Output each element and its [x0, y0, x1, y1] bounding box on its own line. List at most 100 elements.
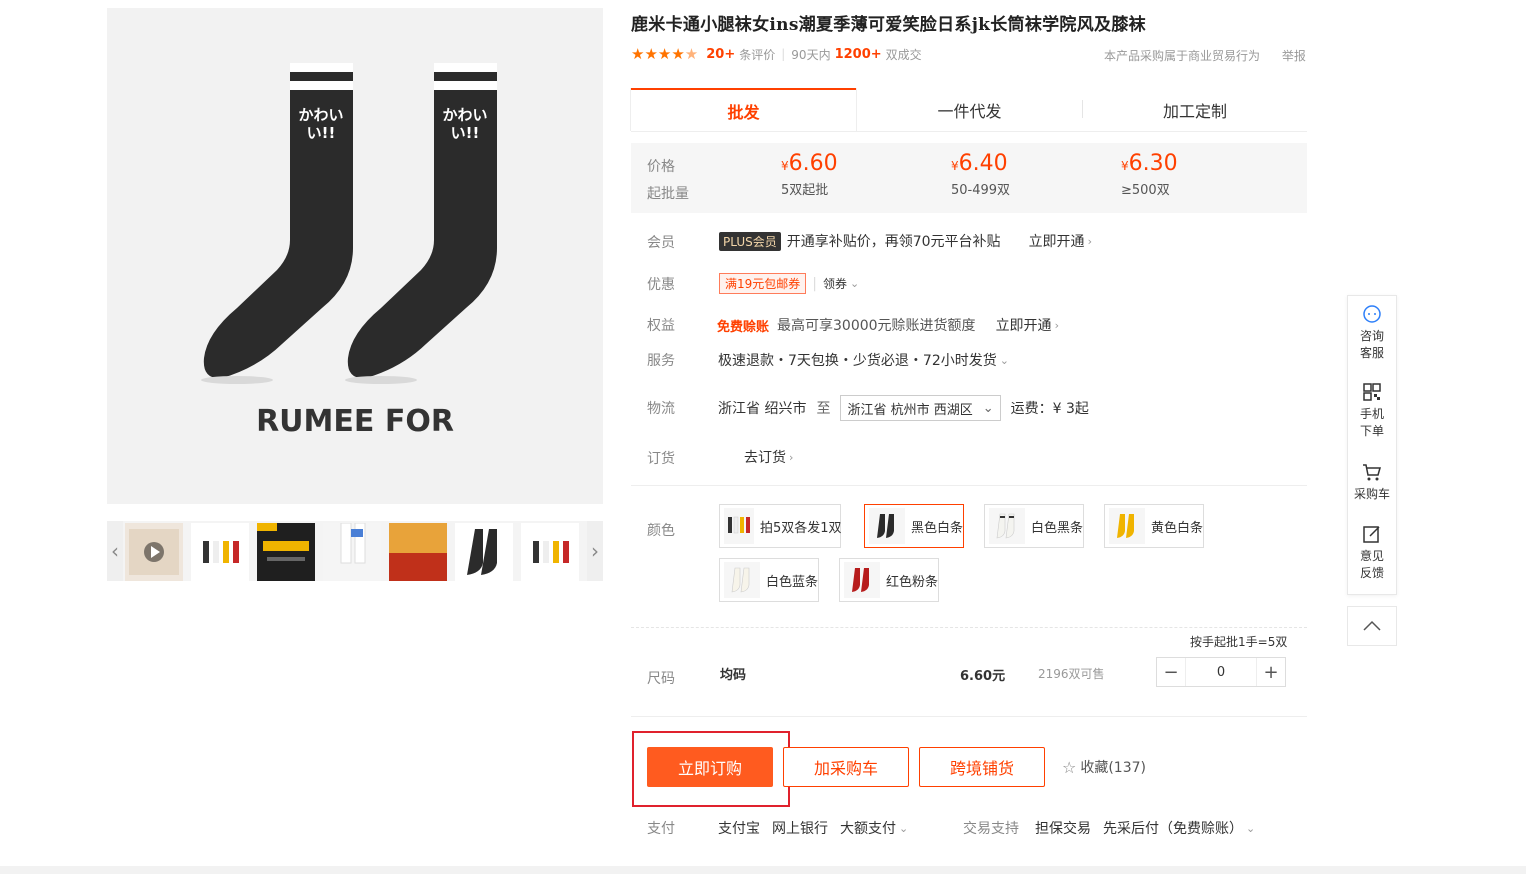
ship-to-label: 至 [816, 401, 831, 417]
chevron-down-icon: ⌄ [1246, 821, 1256, 835]
go-order-link[interactable]: 去订货 › [744, 447, 793, 467]
color-name: 黑色白条 [910, 520, 963, 536]
decrement-button[interactable]: − [1157, 658, 1185, 686]
trade-support[interactable]: 担保交易 先采后付（免费赊账） ⌄ [1035, 818, 1255, 838]
color-name: 红色粉条 [885, 574, 938, 590]
tier-price: 6.40 [958, 151, 1008, 176]
chevron-up-icon [1363, 620, 1381, 631]
thumbnail-4[interactable] [323, 523, 381, 581]
sidebar-item-cart[interactable]: 采购车 [1348, 462, 1396, 502]
chevron-right-icon: › [789, 450, 794, 464]
ship-from: 浙江省 绍兴市 [718, 401, 807, 417]
thumbnail-7[interactable] [521, 523, 579, 581]
discount-label: 优惠 [647, 277, 675, 293]
color-option-black[interactable]: 黑色白条 [864, 504, 964, 548]
color-option-assorted[interactable]: 拍5双各发1双 [719, 504, 842, 548]
increment-button[interactable]: + [1257, 658, 1285, 686]
payment-method: 大额支付 [840, 821, 896, 837]
qr-code-icon [1363, 383, 1381, 401]
tier-price: 6.30 [1128, 151, 1178, 176]
sidebar-label: 手机 [1359, 407, 1384, 421]
rights-open-link[interactable]: 立即开通 › [996, 315, 1059, 335]
color-option-red[interactable]: 红色粉条 [839, 558, 939, 602]
get-coupon-label: 领券 [823, 277, 848, 291]
service-row[interactable]: 极速退款・7天包换・少货必退・72小时发货 ⌄ [718, 350, 1009, 370]
service-text: 极速退款・7天包换・少货必退・72小时发货 [718, 353, 997, 369]
thumbnail-2[interactable] [191, 523, 249, 581]
currency-symbol: ¥ [1121, 159, 1129, 173]
chevron-down-icon: ⌄ [982, 400, 994, 416]
payment-more-dropdown[interactable]: 大额支付 ⌄ [840, 818, 908, 838]
white-blue-sock-icon [724, 562, 760, 598]
trade-support-label: 交易支持 [963, 821, 1019, 837]
go-order-label: 去订货 [744, 450, 786, 466]
sidebar-item-customer-service[interactable]: 咨询 客服 [1348, 304, 1396, 361]
sidebar-item-feedback[interactable]: 意见 反馈 [1348, 524, 1396, 581]
buy-now-button[interactable]: 立即订购 [647, 747, 773, 787]
yellow-sock-icon [1109, 508, 1145, 544]
report-link[interactable]: 举报 [1282, 49, 1306, 63]
member-open-label: 立即开通 [1028, 234, 1085, 250]
logistics-label: 物流 [647, 401, 675, 417]
payment-label: 支付 [647, 821, 675, 837]
get-coupon-dropdown[interactable]: 领券 ⌄ [823, 275, 859, 292]
price-tier-2: ¥6.40 50-499双 [951, 151, 1010, 198]
main-product-image[interactable]: かわい い!! かわい い!! RUMEE FOR [107, 8, 603, 504]
thumb-next-arrow-icon[interactable]: › [587, 521, 603, 581]
rights-row: 免费赊账 最高可享30000元赊账进货额度 立即开通 › [717, 315, 1059, 335]
favorite-label: 收藏(137) [1080, 760, 1146, 776]
chevron-down-icon: ⌄ [999, 353, 1009, 367]
quantity-input[interactable]: 0 [1185, 658, 1257, 686]
member-row: PLUS会员 开通享补贴价，再领70元平台补贴 立即开通 › [719, 231, 1092, 251]
destination-select[interactable]: 浙江省 杭州市 西湖区 ⌄ [840, 395, 1001, 421]
color-option-white-black[interactable]: 白色黑条 [984, 504, 1084, 548]
size-name: 均码 [720, 668, 747, 683]
socks-row-icon [203, 541, 239, 563]
size-label: 尺码 [647, 671, 675, 687]
freight-text: 运费：¥ 3起 [1010, 401, 1089, 417]
review-label[interactable]: 条评价 [739, 46, 775, 63]
tab-dropship[interactable]: 一件代发 [857, 88, 1082, 131]
service-label: 服务 [647, 353, 675, 369]
payment-methods: 支付宝 网上银行 大额支付 ⌄ [718, 818, 908, 838]
white-sock-icon [989, 508, 1025, 544]
currency-symbol: ¥ [951, 159, 959, 173]
thumbnail-6[interactable] [455, 523, 513, 581]
tab-wholesale[interactable]: 批发 [631, 88, 856, 131]
coupon-badge[interactable]: 满19元包邮券 [719, 273, 807, 294]
quantity-stepper: − 0 + [1156, 657, 1286, 687]
video-play-icon [129, 529, 179, 575]
add-to-cart-button[interactable]: 加采购车 [783, 747, 909, 787]
member-label: 会员 [647, 235, 675, 251]
chat-bubble-icon [1363, 305, 1381, 323]
sold-count: 1200+ [834, 46, 882, 62]
trade-notice: 本产品采购属于商业贸易行为 举报 [1104, 47, 1306, 64]
back-to-top-button[interactable] [1347, 606, 1397, 646]
rating-row: ★★★★ ★ 20+ 条评价 | 90天内 1200+ 双成交 [631, 45, 922, 63]
divider: | [812, 275, 817, 292]
tab-custom[interactable]: 加工定制 [1083, 88, 1307, 131]
rights-text: 最高可享30000元赊账进货额度 [777, 318, 976, 334]
cross-border-button[interactable]: 跨境铺货 [919, 747, 1045, 787]
divider: | [781, 47, 786, 61]
color-option-yellow[interactable]: 黄色白条 [1104, 504, 1204, 548]
color-name: 白色黑条 [1030, 520, 1083, 536]
sidebar-item-mobile-order[interactable]: 手机 下单 [1348, 382, 1396, 439]
thumbnail-3[interactable] [257, 523, 315, 581]
review-count[interactable]: 20+ [706, 47, 735, 62]
thumb-prev-arrow-icon[interactable]: ‹ [107, 521, 123, 581]
color-option-white-blue[interactable]: 白色蓝条 [719, 558, 819, 602]
size-price: 6.60元 [960, 669, 1006, 684]
tier-moq: 5双起批 [781, 183, 829, 198]
member-open-link[interactable]: 立即开通 › [1029, 231, 1092, 251]
chevron-down-icon: ⌄ [850, 277, 860, 290]
thumbnail-video[interactable] [125, 523, 183, 581]
favorite-button[interactable]: ☆ 收藏(137) [1062, 757, 1146, 777]
half-star-icon: ★ [684, 44, 699, 63]
color-name: 黄色白条 [1150, 520, 1203, 536]
thumbnail-5[interactable] [389, 523, 447, 581]
chevron-right-icon: › [1054, 318, 1059, 332]
socks-row-icon-2 [533, 541, 569, 563]
factory-banner-icon [257, 523, 309, 561]
floating-sidebar: 咨询 客服 手机 下单 采购车 意见 反馈 [1347, 295, 1397, 595]
